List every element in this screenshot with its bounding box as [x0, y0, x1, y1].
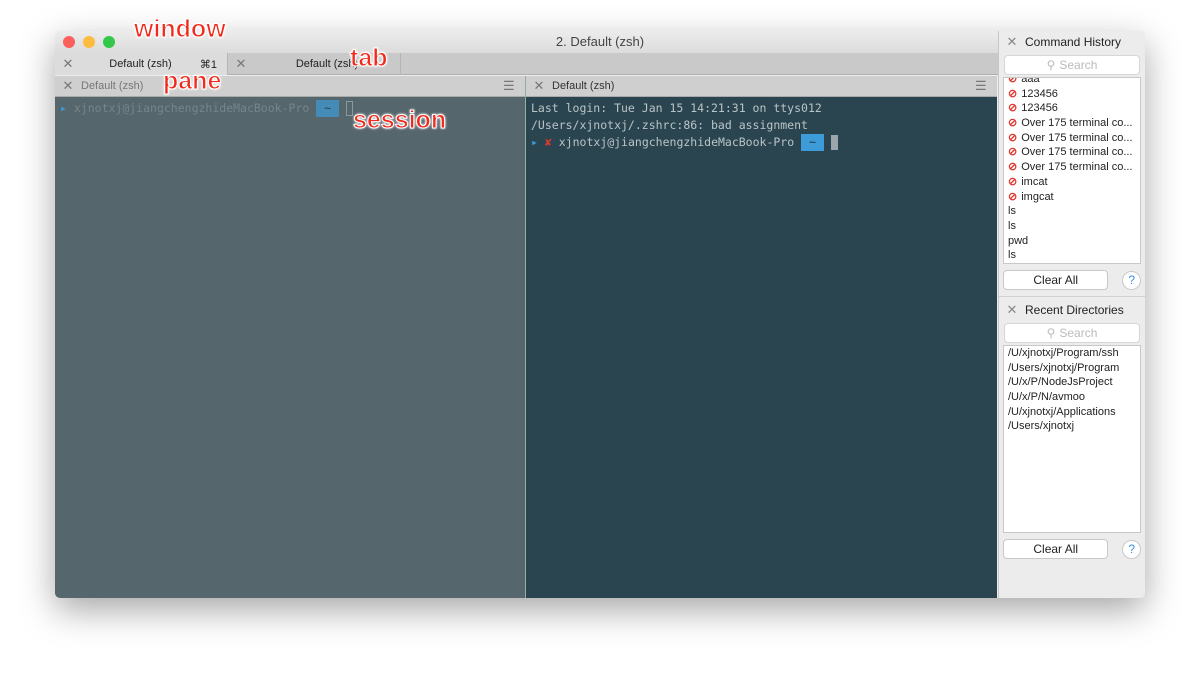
history-item-text: ls [1008, 249, 1016, 262]
prompt-dir: ~ [801, 134, 825, 151]
failed-icon: ⊘ [1008, 102, 1018, 115]
terminal-line: /Users/xjnotxj/.zshrc:86: bad assignment [531, 118, 808, 132]
directory-item[interactable]: /U/x/P/N/avmoo [1004, 390, 1140, 405]
history-item[interactable]: ⊘ 123456 [1004, 101, 1140, 116]
minimize-window-button[interactable] [83, 36, 95, 48]
annotation-pane: pane [162, 67, 222, 96]
history-item-text: pwd [1008, 234, 1029, 247]
cursor [830, 135, 838, 150]
zoom-window-button[interactable] [103, 36, 115, 48]
recent-directories-search[interactable]: ⚲ Search [1004, 323, 1140, 343]
pane-title: Default (zsh) [552, 80, 615, 92]
session-terminal[interactable]: Last login: Tue Jan 15 14:21:31 on ttys0… [526, 97, 997, 598]
close-icon[interactable]: ✕ [55, 56, 81, 72]
history-item-text: aaa [1021, 77, 1040, 85]
history-item-text: imcat [1021, 175, 1048, 188]
history-item[interactable]: ⊘ Over 175 terminal co... [1004, 116, 1140, 131]
close-icon[interactable]: ✕ [55, 78, 81, 94]
directory-item[interactable]: /Users/xjnotxj [1004, 419, 1140, 434]
failed-icon: ⊘ [1008, 117, 1018, 130]
close-icon[interactable]: ✕ [526, 78, 552, 94]
history-item[interactable]: ⊘ Over 175 terminal co... [1004, 160, 1140, 175]
search-placeholder: Search [1059, 326, 1098, 340]
prompt-dir: ~ [316, 100, 340, 117]
prompt-user: xjnotxj@jiangchengzhideMacBook-Pro [558, 135, 795, 149]
search-icon: ⚲ [1046, 326, 1056, 340]
window-title: 2. Default (zsh) [555, 34, 645, 49]
annotation-window: window [134, 15, 227, 44]
history-item[interactable]: ⊘ Over 175 terminal co... [1004, 145, 1140, 160]
command-history-title: Command History [1025, 35, 1122, 49]
failed-icon: ⊘ [1008, 87, 1018, 100]
history-item[interactable]: ⊘ imgcat [1004, 190, 1140, 205]
clear-all-button[interactable]: Clear All [1003, 539, 1109, 559]
terminal-line: Last login: Tue Jan 15 14:21:31 on ttys0… [531, 101, 822, 115]
failed-icon: ⊘ [1008, 146, 1018, 159]
directory-item[interactable]: /U/xjnotxj/Applications [1004, 405, 1140, 420]
directory-item[interactable]: /Users/xjnotxj/Program [1004, 361, 1140, 376]
history-item-text: 123456 [1021, 102, 1058, 115]
history-item[interactable]: ⊘ imcat [1004, 175, 1140, 190]
session-terminal[interactable]: ▸ xjnotxj@jiangchengzhideMacBook-Pro ~ [55, 97, 525, 598]
directory-item[interactable]: /U/x/P/NodeJsProject [1004, 375, 1140, 390]
history-item-text: Over 175 terminal co... [1021, 161, 1133, 174]
history-item[interactable]: ⊘ aaa [1004, 77, 1140, 87]
failed-icon: ⊘ [1008, 175, 1018, 188]
toolbelt: ✕ Command History ⚲ Search ⊘ aaa ⊘ 123456 ⊘ 123… [998, 31, 1145, 598]
prompt-user: xjnotxj@jiangchengzhideMacBook-Pro [73, 101, 310, 115]
history-item-text: imgcat [1021, 190, 1054, 203]
history-item-text: Over 175 terminal co... [1021, 117, 1133, 130]
failed-icon: ⊘ [1008, 190, 1018, 203]
clear-all-button[interactable]: Clear All [1003, 270, 1109, 290]
error-status-icon: ✘ [544, 135, 552, 149]
pane-title: Default (zsh) [81, 80, 144, 92]
history-item[interactable]: ⊘ 123456 [1004, 87, 1140, 102]
help-button[interactable]: ? [1122, 270, 1141, 290]
history-item-text: 123456 [1021, 87, 1058, 100]
history-item-text: Over 175 terminal co... [1021, 131, 1133, 144]
failed-icon: ⊘ [1008, 161, 1018, 174]
close-icon[interactable]: ✕ [999, 302, 1025, 318]
failed-icon: ⊘ [1008, 77, 1018, 85]
failed-icon: ⊘ [1008, 131, 1018, 144]
pane-left[interactable]: ✕ Default (zsh) ☰ ▸ xjnotxj@jiangchengzhid… [55, 76, 526, 598]
directory-item[interactable]: /U/xjnotxj/Program/ssh [1004, 346, 1140, 361]
menu-icon[interactable]: ☰ [503, 78, 525, 94]
command-history-list[interactable]: ⊘ aaa ⊘ 123456 ⊘ 123456 ⊘ Over 175 terminal co.… [1003, 77, 1141, 264]
annotation-session: session [352, 106, 447, 135]
terminal-window: 2. Default (zsh) ✕ Default (zsh) ⌘1 ✕ De… [55, 31, 1145, 598]
close-icon[interactable]: ✕ [228, 56, 254, 72]
search-icon: ⚲ [1046, 58, 1056, 72]
recent-directories-title: Recent Directories [1025, 303, 1124, 317]
history-item[interactable]: ls [1004, 204, 1140, 219]
close-window-button[interactable] [63, 36, 75, 48]
menu-icon[interactable]: ☰ [975, 78, 997, 94]
history-item-text: Over 175 terminal co... [1021, 146, 1133, 159]
command-history-search[interactable]: ⚲ Search [1004, 55, 1140, 75]
search-placeholder: Search [1059, 58, 1098, 72]
recent-directories-list[interactable]: /U/xjnotxj/Program/ssh/Users/xjnotxj/Pro… [1003, 345, 1141, 533]
pane-right[interactable]: ✕ Default (zsh) ☰ Last login: Tue Jan 15 1… [526, 76, 997, 598]
history-item[interactable]: pwd [1004, 234, 1140, 249]
history-item[interactable]: ls [1004, 248, 1140, 263]
history-item[interactable]: ⊘ Over 175 terminal co... [1004, 131, 1140, 146]
history-item-text: ls [1008, 219, 1016, 232]
help-button[interactable]: ? [1122, 539, 1141, 559]
history-item[interactable]: ls [1004, 219, 1140, 234]
annotation-tab: tab [350, 44, 388, 73]
close-icon[interactable]: ✕ [999, 34, 1025, 50]
history-item-text: ls [1008, 205, 1016, 218]
